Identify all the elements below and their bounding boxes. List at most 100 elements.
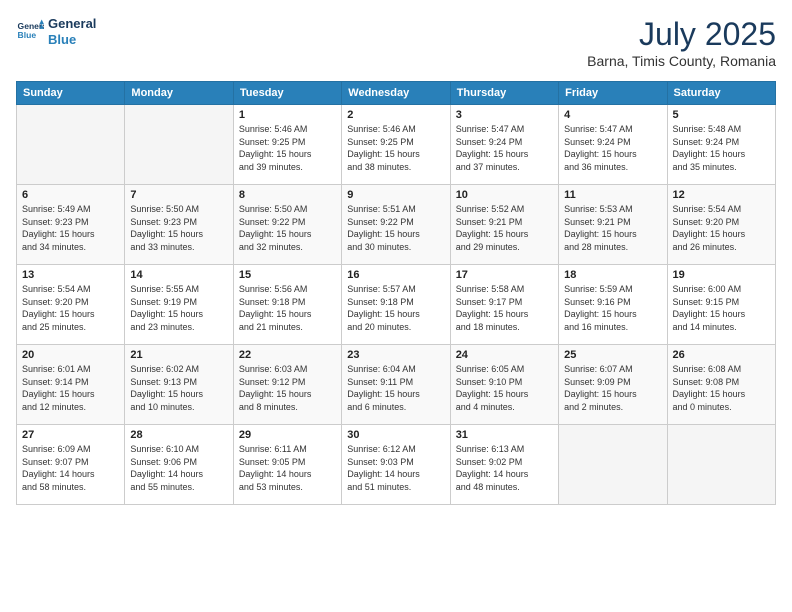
day-number: 27 [22,429,119,441]
day-info: Sunrise: 6:02 AM Sunset: 9:13 PM Dayligh… [130,363,227,413]
day-info: Sunrise: 5:53 AM Sunset: 9:21 PM Dayligh… [564,203,661,253]
day-number: 28 [130,429,227,441]
calendar-week-5: 27Sunrise: 6:09 AM Sunset: 9:07 PM Dayli… [17,425,776,505]
calendar-week-1: 1 Sunrise: 5:46 AM Sunset: 9:25 PM Daylig… [17,105,776,185]
day-info: Sunrise: 6:13 AM Sunset: 9:02 PM Dayligh… [456,443,553,493]
header-saturday: Saturday [667,82,775,105]
logo-blue: Blue [48,32,96,48]
day-number: 13 [22,269,119,281]
calendar-cell: 30 Sunrise: 6:12 AM Sunset: 9:03 PM Dayli… [342,425,450,505]
day-number: 26 [673,349,770,361]
day-info: Sunrise: 5:49 AM Sunset: 9:23 PM Dayligh… [22,203,119,253]
calendar-cell: 5Sunrise: 5:48 AM Sunset: 9:24 PM Daylig… [667,105,775,185]
logo-icon: General Blue [16,18,44,46]
day-number: 29 [239,429,336,441]
day-number: 24 [456,349,553,361]
logo: General Blue General Blue [16,16,96,47]
calendar-cell: 8Sunrise: 5:50 AM Sunset: 9:22 PM Daylig… [233,185,341,265]
day-number: 23 [347,349,444,361]
calendar-week-3: 13 Sunrise: 5:54 AM Sunset: 9:20 PM Dayli… [17,265,776,345]
day-number: 12 [673,189,770,201]
calendar-cell: 4 Sunrise: 5:47 AM Sunset: 9:24 PM Daylig… [559,105,667,185]
calendar-cell: 23Sunrise: 6:04 AM Sunset: 9:11 PM Dayli… [342,345,450,425]
calendar-cell: 22 Sunrise: 6:03 AM Sunset: 9:12 PM Dayli… [233,345,341,425]
calendar-cell: 20 Sunrise: 6:01 AM Sunset: 9:14 PM Dayli… [17,345,125,425]
calendar-week-2: 6 Sunrise: 5:49 AM Sunset: 9:23 PM Daylig… [17,185,776,265]
day-info: Sunrise: 6:00 AM Sunset: 9:15 PM Dayligh… [673,283,770,333]
calendar-cell [559,425,667,505]
calendar-cell: 12 Sunrise: 5:54 AM Sunset: 9:20 PM Dayli… [667,185,775,265]
svg-text:Blue: Blue [18,30,37,40]
day-info: Sunrise: 5:50 AM Sunset: 9:23 PM Dayligh… [130,203,227,253]
location: Barna, Timis County, Romania [587,53,776,69]
calendar-cell: 9 Sunrise: 5:51 AM Sunset: 9:22 PM Daylig… [342,185,450,265]
calendar-cell: 26Sunrise: 6:08 AM Sunset: 9:08 PM Dayli… [667,345,775,425]
day-number: 30 [347,429,444,441]
day-info: Sunrise: 6:03 AM Sunset: 9:12 PM Dayligh… [239,363,336,413]
calendar-cell: 19 Sunrise: 6:00 AM Sunset: 9:15 PM Dayli… [667,265,775,345]
calendar-cell: 11 Sunrise: 5:53 AM Sunset: 9:21 PM Dayli… [559,185,667,265]
day-info: Sunrise: 5:47 AM Sunset: 9:24 PM Dayligh… [456,123,553,173]
day-number: 8 [239,189,336,201]
calendar-cell: 14 Sunrise: 5:55 AM Sunset: 9:19 PM Dayli… [125,265,233,345]
day-info: Sunrise: 5:51 AM Sunset: 9:22 PM Dayligh… [347,203,444,253]
day-number: 17 [456,269,553,281]
calendar-cell: 2Sunrise: 5:46 AM Sunset: 9:25 PM Daylig… [342,105,450,185]
header-wednesday: Wednesday [342,82,450,105]
day-info: Sunrise: 5:57 AM Sunset: 9:18 PM Dayligh… [347,283,444,333]
day-info: Sunrise: 5:48 AM Sunset: 9:24 PM Dayligh… [673,123,770,173]
header-friday: Friday [559,82,667,105]
calendar-cell: 1 Sunrise: 5:46 AM Sunset: 9:25 PM Daylig… [233,105,341,185]
day-number: 18 [564,269,661,281]
calendar-cell: 31 Sunrise: 6:13 AM Sunset: 9:02 PM Dayli… [450,425,558,505]
header-sunday: Sunday [17,82,125,105]
day-number: 3 [456,109,553,121]
header-monday: Monday [125,82,233,105]
day-info: Sunrise: 5:56 AM Sunset: 9:18 PM Dayligh… [239,283,336,333]
day-number: 4 [564,109,661,121]
day-info: Sunrise: 6:05 AM Sunset: 9:10 PM Dayligh… [456,363,553,413]
calendar-cell: 24 Sunrise: 6:05 AM Sunset: 9:10 PM Dayli… [450,345,558,425]
day-info: Sunrise: 6:07 AM Sunset: 9:09 PM Dayligh… [564,363,661,413]
page-header: General Blue General Blue July 2025 Barn… [16,16,776,69]
day-number: 21 [130,349,227,361]
day-number: 1 [239,109,336,121]
day-number: 31 [456,429,553,441]
calendar-cell: 18Sunrise: 5:59 AM Sunset: 9:16 PM Dayli… [559,265,667,345]
day-number: 14 [130,269,227,281]
day-number: 22 [239,349,336,361]
day-info: Sunrise: 5:47 AM Sunset: 9:24 PM Dayligh… [564,123,661,173]
day-number: 9 [347,189,444,201]
calendar-cell: 13 Sunrise: 5:54 AM Sunset: 9:20 PM Dayli… [17,265,125,345]
day-info: Sunrise: 5:58 AM Sunset: 9:17 PM Dayligh… [456,283,553,333]
calendar-cell: 25Sunrise: 6:07 AM Sunset: 9:09 PM Dayli… [559,345,667,425]
day-number: 10 [456,189,553,201]
logo-general: General [48,16,96,32]
calendar-cell: 17 Sunrise: 5:58 AM Sunset: 9:17 PM Dayli… [450,265,558,345]
calendar-cell [125,105,233,185]
calendar-cell: 29Sunrise: 6:11 AM Sunset: 9:05 PM Dayli… [233,425,341,505]
day-number: 20 [22,349,119,361]
day-info: Sunrise: 6:01 AM Sunset: 9:14 PM Dayligh… [22,363,119,413]
calendar-cell [17,105,125,185]
day-info: Sunrise: 5:52 AM Sunset: 9:21 PM Dayligh… [456,203,553,253]
calendar-cell: 7 Sunrise: 5:50 AM Sunset: 9:23 PM Daylig… [125,185,233,265]
day-number: 7 [130,189,227,201]
header-thursday: Thursday [450,82,558,105]
day-info: Sunrise: 5:54 AM Sunset: 9:20 PM Dayligh… [673,203,770,253]
day-info: Sunrise: 5:55 AM Sunset: 9:19 PM Dayligh… [130,283,227,333]
day-number: 11 [564,189,661,201]
calendar-cell: 27Sunrise: 6:09 AM Sunset: 9:07 PM Dayli… [17,425,125,505]
day-info: Sunrise: 5:46 AM Sunset: 9:25 PM Dayligh… [347,123,444,173]
calendar-week-4: 20 Sunrise: 6:01 AM Sunset: 9:14 PM Dayli… [17,345,776,425]
day-number: 6 [22,189,119,201]
day-info: Sunrise: 5:46 AM Sunset: 9:25 PM Dayligh… [239,123,336,173]
calendar-cell: 3 Sunrise: 5:47 AM Sunset: 9:24 PM Daylig… [450,105,558,185]
calendar-table: SundayMondayTuesdayWednesdayThursdayFrid… [16,81,776,505]
calendar-cell: 21 Sunrise: 6:02 AM Sunset: 9:13 PM Dayli… [125,345,233,425]
calendar-cell [667,425,775,505]
calendar-cell: 10 Sunrise: 5:52 AM Sunset: 9:21 PM Dayli… [450,185,558,265]
day-info: Sunrise: 5:54 AM Sunset: 9:20 PM Dayligh… [22,283,119,333]
day-number: 19 [673,269,770,281]
day-info: Sunrise: 6:12 AM Sunset: 9:03 PM Dayligh… [347,443,444,493]
